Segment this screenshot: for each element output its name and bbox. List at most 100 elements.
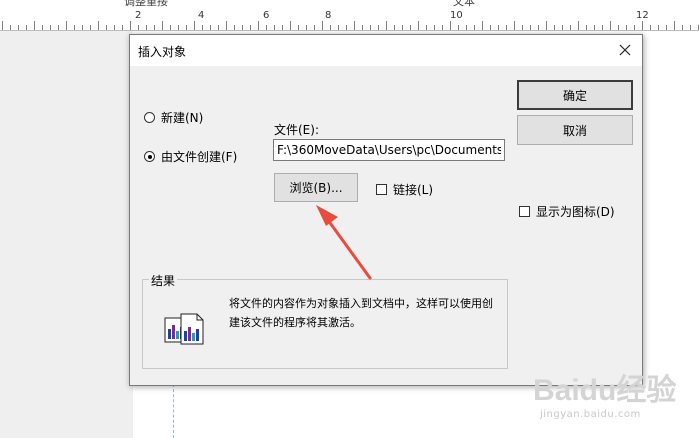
radio-new-label: 新建(N) [161, 111, 204, 125]
ruler-tick [634, 25, 635, 30]
ruler-tick [130, 21, 131, 30]
browse-button[interactable]: 浏览(B)... [274, 173, 358, 202]
insert-object-icon [164, 313, 204, 345]
ruler-tick [234, 25, 235, 30]
ruler-tick [402, 25, 403, 30]
display-as-icon-checkbox[interactable]: 显示为图标(D) [519, 203, 615, 220]
ruler-tick [578, 21, 579, 30]
ruler-caption: 调整重接 [124, 0, 168, 8]
result-title: 结果 [149, 272, 178, 289]
ruler-tick [66, 21, 67, 30]
ruler-tick [658, 25, 659, 30]
ruler-tick [306, 25, 307, 30]
ruler-tick [258, 21, 259, 30]
ruler-tick [282, 25, 283, 30]
ruler-tick [138, 25, 139, 30]
ruler-tick [50, 25, 51, 30]
ruler-tick [162, 21, 163, 30]
dialog-titlebar[interactable]: 插入对象 [130, 35, 642, 66]
ruler-number: 12 [636, 10, 649, 21]
ruler-tick [490, 25, 491, 30]
ruler-tick [586, 25, 587, 30]
result-groupbox: 结果 将文件的内容作为对象插入到文档中，这样可以使用创建该文件的程序将其激活。 [142, 272, 508, 369]
ruler-tick [266, 25, 267, 30]
ruler-tick [90, 25, 91, 30]
radio-from-file[interactable]: 由文件创建(F) [144, 148, 237, 165]
ruler-tick [362, 25, 363, 30]
ok-button-label: 确定 [562, 88, 587, 103]
ruler-tick [10, 25, 11, 30]
display-as-icon-box[interactable] [519, 206, 530, 217]
ruler-tick [274, 25, 275, 30]
ruler-tick [170, 25, 171, 30]
ruler-tick [338, 25, 339, 30]
ruler-tick [466, 25, 467, 30]
document-margin [0, 31, 133, 438]
ruler-number: 10 [450, 10, 463, 21]
ruler-tick [346, 25, 347, 30]
ruler-tick [370, 25, 371, 30]
ruler-tick [122, 25, 123, 30]
cancel-button[interactable]: 取消 [517, 115, 633, 145]
baidu-jingyan-watermark: Baidu经验 [533, 373, 676, 407]
ruler-tick [514, 21, 515, 30]
ruler-tick [34, 21, 35, 30]
ruler-tick [146, 25, 147, 30]
ruler-tick [666, 25, 667, 30]
ruler-tick [690, 25, 691, 30]
ruler-tick [682, 25, 683, 30]
watermark-text: Baidu经验 [533, 373, 676, 407]
radio-new[interactable]: 新建(N) [144, 109, 203, 126]
browse-button-label: 浏览(B)... [289, 181, 343, 195]
ruler-number: 2 [135, 10, 142, 21]
ruler-tick [74, 25, 75, 30]
ruler-tick [26, 25, 27, 30]
ruler-tick [58, 25, 59, 30]
result-description: 将文件的内容作为对象插入到文档中，这样可以使用创建该文件的程序将其激活。 [229, 297, 493, 329]
ruler-tick [202, 25, 203, 30]
ruler-tick [562, 25, 563, 30]
file-path-input[interactable] [273, 139, 505, 161]
ruler-tick [570, 25, 571, 30]
ruler-tick [354, 21, 355, 30]
ruler-tick [154, 25, 155, 30]
link-checkbox-box[interactable] [376, 184, 387, 195]
ruler-tick [442, 25, 443, 30]
radio-new-indicator[interactable] [144, 112, 155, 123]
ruler-tick [410, 25, 411, 30]
ruler-tick [386, 21, 387, 30]
ruler-tick [298, 25, 299, 30]
ruler-tick [434, 25, 435, 30]
ruler-tick [522, 25, 523, 30]
margin-guide [173, 384, 174, 438]
ruler-tick [450, 21, 451, 30]
watermark-subtext: jingyan.baidu.com [540, 409, 641, 420]
ruler-tick [618, 25, 619, 30]
ruler-tick [674, 21, 675, 30]
ruler-tick [482, 21, 483, 30]
close-button[interactable] [612, 37, 638, 63]
ok-button[interactable]: 确定 [517, 80, 633, 110]
ruler-tick [2, 21, 3, 30]
radio-from-file-label: 由文件创建(F) [161, 150, 238, 164]
horizontal-ruler: 调整重接 文本 2 4 6 8 10 12 [0, 0, 699, 31]
cancel-button-label: 取消 [562, 123, 587, 138]
ruler-tick [98, 21, 99, 30]
link-checkbox[interactable]: 链接(L) [376, 181, 433, 198]
ruler-tick [226, 21, 227, 30]
radio-from-file-indicator[interactable] [144, 151, 155, 162]
ruler-tick [610, 21, 611, 30]
ruler-tick [474, 25, 475, 30]
ruler-number: 4 [198, 10, 205, 21]
ruler-tick [626, 25, 627, 30]
ruler-tick [42, 25, 43, 30]
ruler-tick [378, 25, 379, 30]
ruler-tick [530, 25, 531, 30]
ruler-tick [322, 21, 323, 30]
ruler-tick [250, 25, 251, 30]
insert-object-dialog: 插入对象 新建(N) 由文件创建(F) 文件(E): 浏览(B)... 链接(L… [129, 34, 643, 386]
ruler-number: 8 [325, 10, 332, 21]
ruler-tick [546, 21, 547, 30]
ruler-caption: 文本 [453, 0, 475, 8]
close-icon [619, 44, 631, 56]
